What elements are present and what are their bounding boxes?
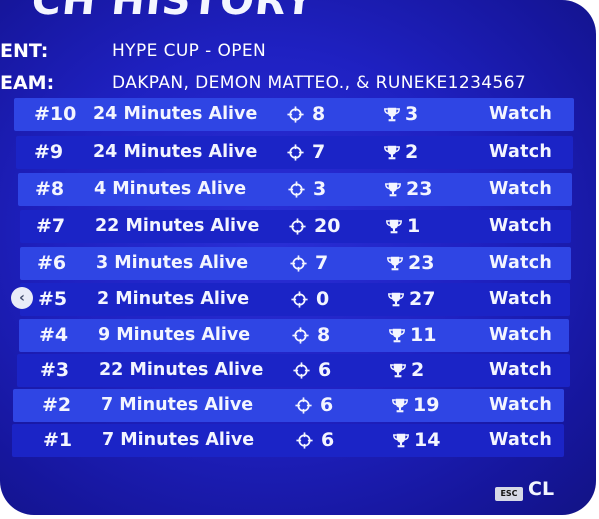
time-alive: 24 Minutes Alive [93,104,258,124]
placement-value: 14 [414,429,441,451]
match-row: #1 7 Minutes Alive 6 14 Watch [12,424,564,457]
time-alive: 22 Minutes Alive [99,360,264,380]
eliminations-count: 6 [321,429,335,451]
time-alive: 7 Minutes Alive [101,395,254,415]
event-label: ENT: [0,40,49,62]
match-row: #3 22 Minutes Alive 6 2 Watch [17,354,570,387]
trophy-icon [391,397,408,414]
watch-button[interactable]: Watch [489,354,552,387]
match-rank: #5 [38,288,68,310]
placement-value: 2 [405,141,419,163]
time-alive: 3 Minutes Alive [96,253,249,273]
match-rank: #6 [37,252,67,274]
watch-button[interactable]: Watch [489,210,552,243]
trophy-icon [383,106,400,123]
trophy-icon [392,432,409,449]
placement-value: 11 [410,324,437,346]
time-alive: 4 Minutes Alive [94,179,247,199]
watch-button[interactable]: Watch [489,283,552,316]
watch-button[interactable]: Watch [489,173,552,206]
match-rank: #10 [34,103,77,125]
eliminations-count: 7 [312,141,326,163]
watch-button[interactable]: Watch [489,98,552,131]
crosshair-icon [293,362,310,379]
match-rank: #9 [34,141,64,163]
crosshair-icon [288,181,305,198]
match-rank: #8 [35,178,65,200]
time-alive: 7 Minutes Alive [102,430,255,450]
match-row: #6 3 Minutes Alive 7 23 Watch [20,247,571,280]
crosshair-icon [290,255,307,272]
match-row: #4 9 Minutes Alive 8 11 Watch [19,319,569,352]
match-row: #10 24 Minutes Alive 8 3 Watch [14,98,574,131]
placement-value: 2 [411,359,425,381]
trophy-icon [388,327,405,344]
placement-value: 3 [405,103,419,125]
trophy-icon [384,181,401,198]
chevron-left-icon: ‹ [19,290,25,306]
match-rank: #4 [39,324,69,346]
watch-button[interactable]: Watch [489,247,552,280]
time-alive: 22 Minutes Alive [95,216,260,236]
crosshair-icon [289,218,306,235]
crosshair-icon [292,327,309,344]
match-row: #7 22 Minutes Alive 20 1 Watch [20,210,571,243]
trophy-icon [387,291,404,308]
eliminations-count: 7 [315,252,329,274]
time-alive: 9 Minutes Alive [98,325,251,345]
crosshair-icon [287,106,304,123]
crosshair-icon [291,291,308,308]
watch-button[interactable]: Watch [489,424,552,457]
watch-button[interactable]: Watch [489,389,552,422]
match-row: #8 4 Minutes Alive 3 23 Watch [18,173,572,206]
watch-button[interactable]: Watch [489,136,552,169]
crosshair-icon [296,432,313,449]
match-rank: #3 [40,359,70,381]
eliminations-count: 3 [313,178,327,200]
placement-value: 23 [408,252,435,274]
trophy-icon [389,362,406,379]
match-row: #5 2 Minutes Alive 0 27 Watch [20,283,570,316]
placement-value: 19 [413,394,440,416]
match-rank: #2 [42,394,72,416]
event-value: HYPE CUP - OPEN [112,41,267,61]
crosshair-icon [287,144,304,161]
team-value: DAKPAN, DEMON MATTEO., & RUNEKE1234567 [112,73,527,93]
time-alive: 24 Minutes Alive [93,142,258,162]
watch-button[interactable]: Watch [489,319,552,352]
placement-value: 27 [409,288,436,310]
back-button[interactable]: ‹ [11,287,33,309]
eliminations-count: 20 [314,215,341,237]
team-label: EAM: [0,72,55,94]
time-alive: 2 Minutes Alive [97,289,250,309]
close-label[interactable]: CL [528,478,554,500]
trophy-icon [386,255,403,272]
match-history-screen: CH HISTORY ENT: HYPE CUP - OPEN EAM: DAK… [0,0,596,515]
esc-key-hint[interactable]: ESC [495,487,523,501]
match-row: #2 7 Minutes Alive 6 19 Watch [13,389,564,422]
match-rank: #7 [36,215,66,237]
eliminations-count: 8 [317,324,331,346]
eliminations-count: 6 [320,394,334,416]
trophy-icon [383,144,400,161]
eliminations-count: 6 [318,359,332,381]
match-row: #9 24 Minutes Alive 7 2 Watch [16,136,573,169]
crosshair-icon [295,397,312,414]
eliminations-count: 8 [312,103,326,125]
match-rank: #1 [43,429,73,451]
trophy-icon [385,218,402,235]
placement-value: 1 [407,215,421,237]
eliminations-count: 0 [316,288,330,310]
placement-value: 23 [406,178,433,200]
page-title: CH HISTORY [29,0,318,24]
